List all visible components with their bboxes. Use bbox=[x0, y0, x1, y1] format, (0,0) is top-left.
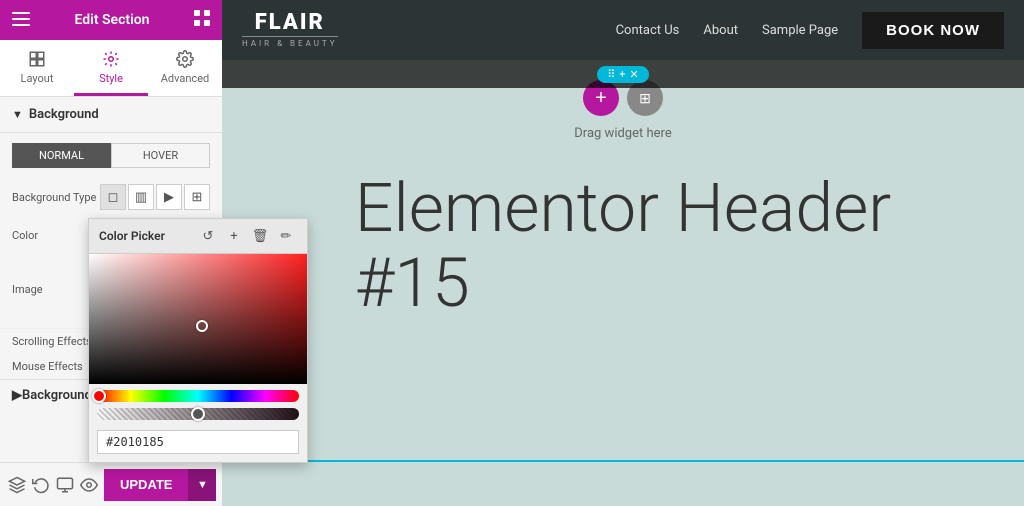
bottom-border bbox=[222, 460, 1024, 462]
hero-heading-line1: Elementor Header bbox=[355, 171, 891, 246]
hamburger-icon[interactable] bbox=[12, 11, 30, 30]
image-label: Image bbox=[12, 283, 43, 296]
widget-placeholder: + ⊞ Drag widget here bbox=[574, 80, 671, 141]
color-picker-delete[interactable]: 🗑 bbox=[249, 225, 271, 247]
bg-type-gradient[interactable]: ▥ bbox=[128, 184, 154, 210]
color-picker-reset[interactable]: ↺ bbox=[197, 225, 219, 247]
toolbar-move[interactable]: ⠿ bbox=[607, 68, 615, 81]
update-main-btn[interactable]: UPDATE bbox=[104, 469, 188, 501]
logo-area: FLAIR HAIR & BEAUTY bbox=[242, 12, 338, 48]
hero-heading: Elementor Header #15 bbox=[315, 171, 931, 321]
top-navigation: FLAIR HAIR & BEAUTY Contact Us About Sam… bbox=[222, 0, 1024, 60]
hex-input-field[interactable] bbox=[97, 430, 299, 454]
color-label: Color bbox=[12, 229, 38, 242]
hover-tab[interactable]: HOVER bbox=[111, 143, 210, 168]
toolbar-close[interactable]: ✕ bbox=[630, 68, 639, 81]
bg-type-label: Background Type bbox=[12, 191, 96, 204]
hue-slider[interactable] bbox=[97, 390, 299, 402]
update-arrow-btn[interactable]: ▼ bbox=[188, 469, 216, 501]
overlay-arrow-icon: ▶ bbox=[12, 388, 22, 403]
panel-tabs: Layout Style Advanced bbox=[0, 40, 222, 97]
bg-type-solid[interactable]: ◻ bbox=[100, 184, 126, 210]
tab-style[interactable]: Style bbox=[74, 40, 148, 96]
history-icon[interactable] bbox=[32, 469, 50, 501]
bg-type-slideshow[interactable]: ⊞ bbox=[184, 184, 210, 210]
normal-tab[interactable]: NORMAL bbox=[12, 143, 111, 168]
tab-advanced[interactable]: Advanced bbox=[148, 40, 222, 96]
panel-header: Edit Section bbox=[0, 0, 222, 40]
logo-sub: HAIR & BEAUTY bbox=[242, 39, 338, 48]
main-content: FLAIR HAIR & BEAUTY Contact Us About Sam… bbox=[222, 0, 1024, 506]
update-button-group: UPDATE ▼ bbox=[104, 469, 216, 501]
color-picker-actions: ↺ + 🗑 ✏ bbox=[197, 225, 297, 247]
panel-title: Edit Section bbox=[75, 12, 150, 28]
normal-hover-tabs: NORMAL HOVER bbox=[12, 143, 210, 168]
hue-slider-container[interactable] bbox=[89, 384, 307, 404]
color-hex-input bbox=[97, 430, 299, 454]
tab-layout[interactable]: Layout bbox=[0, 40, 74, 96]
bg-type-row: Background Type ◻ ▥ ▶ ⊞ bbox=[0, 178, 222, 216]
color-picker-title: Color Picker bbox=[99, 229, 165, 243]
logo-text: FLAIR bbox=[255, 12, 325, 34]
opacity-slider-container[interactable] bbox=[89, 404, 307, 426]
logo-divider bbox=[242, 36, 338, 37]
opacity-cursor bbox=[191, 407, 205, 421]
color-picker-header: Color Picker ↺ + 🗑 ✏ bbox=[89, 219, 307, 254]
color-gradient-svg bbox=[89, 254, 307, 384]
grid-icon[interactable] bbox=[194, 10, 210, 30]
arrow-icon: ▼ bbox=[12, 108, 23, 121]
opacity-slider[interactable] bbox=[97, 408, 299, 420]
book-now-button[interactable]: BOOK NOW bbox=[862, 12, 1004, 49]
color-picker-add[interactable]: + bbox=[223, 225, 245, 247]
elementor-toolbar: ⠿ + ✕ bbox=[222, 60, 1024, 88]
hero-area: + ⊞ Drag widget here Elementor Header #1… bbox=[222, 60, 1024, 506]
preview-icon[interactable] bbox=[80, 469, 98, 501]
hero-heading-line2: #15 bbox=[355, 246, 891, 321]
nav-contact[interactable]: Contact Us bbox=[616, 23, 680, 38]
bg-type-video[interactable]: ▶ bbox=[156, 184, 182, 210]
color-picker-eyedropper[interactable]: ✏ bbox=[275, 225, 297, 247]
toolbar-add[interactable]: + bbox=[619, 68, 625, 81]
nav-sample[interactable]: Sample Page bbox=[762, 23, 838, 38]
panel-footer: UPDATE ▼ bbox=[0, 462, 222, 506]
nav-about[interactable]: About bbox=[703, 23, 738, 38]
nav-links: Contact Us About Sample Page BOOK NOW bbox=[616, 12, 1004, 49]
layers-icon[interactable] bbox=[8, 469, 26, 501]
hue-cursor bbox=[92, 389, 106, 403]
toolbar-pill: ⠿ + ✕ bbox=[597, 66, 649, 83]
color-picker-popup: Color Picker ↺ + 🗑 ✏ bbox=[88, 218, 308, 463]
responsive-icon[interactable] bbox=[56, 469, 74, 501]
background-section-header[interactable]: ▼ Background bbox=[0, 97, 222, 133]
bg-type-buttons: ◻ ▥ ▶ ⊞ bbox=[100, 184, 210, 210]
left-panel: Edit Section Layout Style bbox=[0, 0, 222, 506]
color-gradient-area[interactable] bbox=[89, 254, 307, 384]
drag-widget-text: Drag widget here bbox=[574, 126, 671, 141]
